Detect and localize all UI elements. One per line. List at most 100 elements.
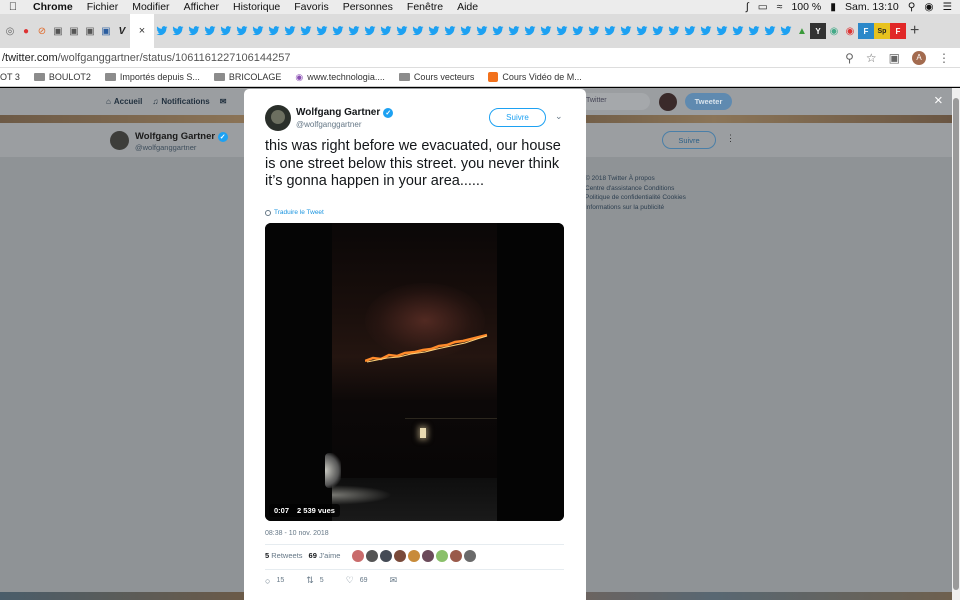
tab-twitter-bird-icon[interactable] [538,26,554,36]
tab-twitter-bird-icon[interactable] [666,26,682,36]
tab-twitter-bird-icon[interactable] [618,26,634,36]
tab-twitter-bird-icon[interactable] [522,26,538,36]
liker-avatar[interactable] [464,550,476,562]
tab-favicon-5[interactable]: ▣ [66,23,82,39]
tab-favicon-3[interactable]: ⊘ [34,23,50,39]
translate-tweet-link[interactable]: Traduire le Tweet [265,209,324,216]
menu-modifier[interactable]: Modifier [125,1,176,13]
tab-twitter-bird-icon[interactable] [490,26,506,36]
tab-twitter-bird-icon[interactable] [362,26,378,36]
address-bar[interactable]: /twitter.com/wolfganggartner/status/1061… [0,48,960,68]
tab-favicon-1[interactable]: ◎ [2,23,18,39]
menu-aide[interactable]: Aide [450,1,485,13]
tab-twitter-bird-icon[interactable] [650,26,666,36]
tab-twitter-bird-icon[interactable] [426,26,442,36]
scrollbar-thumb[interactable] [953,98,959,590]
tab-twitter-bird-icon[interactable] [746,26,762,36]
tab-favicon-chrome[interactable]: ◉ [826,23,842,39]
tab-twitter-bird-icon[interactable] [186,26,202,36]
zoom-icon[interactable]: ⚲ [845,51,854,65]
bookmark-cours-video[interactable]: Cours Vidéo de M... [488,72,582,82]
menu-afficher[interactable]: Afficher [177,1,226,13]
liker-avatar[interactable] [422,550,434,562]
tab-twitter-bird-icon[interactable] [170,26,186,36]
apple-menu-icon[interactable]:  [0,1,26,13]
tab-favicon-f[interactable]: F [858,23,874,39]
menu-historique[interactable]: Historique [226,1,287,13]
profile-follow-button[interactable]: Suivre [662,131,716,149]
nav-home[interactable]: ⌂ Accueil [106,97,142,106]
airplay-icon[interactable]: ▭ [758,1,768,13]
tab-twitter-bird-icon[interactable] [442,26,458,36]
tweet-author-avatar[interactable] [265,105,291,131]
twitter-search-input[interactable]: Twitter [580,93,650,110]
footer-line[interactable]: Centre d'assistance Conditions [585,184,686,194]
reply-button[interactable]: ○ 15 [265,576,284,586]
tweet-author-name[interactable]: Wolfgang Gartner ✓ [296,107,394,118]
tab-favicon-red[interactable]: ◉ [842,23,858,39]
menu-favoris[interactable]: Favoris [287,1,335,13]
menu-chrome[interactable]: Chrome [26,1,80,13]
tab-twitter-bird-icon[interactable] [730,26,746,36]
tab-twitter-bird-icon[interactable] [250,26,266,36]
twitter-user-avatar[interactable] [659,93,677,111]
tab-favicon-4[interactable]: ▣ [50,23,66,39]
tab-twitter-bird-icon[interactable] [282,26,298,36]
tab-twitter-bird-icon[interactable] [586,26,602,36]
nav-notifications[interactable]: ♫ Notifications [152,97,209,106]
profile-avatar-small[interactable] [110,131,129,150]
footer-line[interactable]: Informations sur la publicité [585,203,686,213]
new-tab-button[interactable]: + [910,22,919,40]
retweets-stat[interactable]: 5 Retweets [265,551,303,560]
spotlight-icon[interactable]: ⚲ [908,1,916,13]
liker-avatar[interactable] [408,550,420,562]
message-button[interactable]: ✉ [390,575,398,586]
tweet-follow-button[interactable]: Suivre [489,108,546,127]
extension-icon[interactable]: ▣ [889,51,900,65]
footer-line[interactable]: Politique de confidentialité Cookies [585,193,686,203]
tab-favicon-flipboard[interactable]: F [890,23,906,39]
chevron-down-icon[interactable]: ⌄ [555,111,563,122]
battery-percent[interactable]: 100 % [791,1,821,13]
battery-icon[interactable]: ▮ [830,1,836,13]
wifi-icon[interactable]: ≈ [777,1,783,13]
tweet-compose-button[interactable]: Tweeter [685,93,732,110]
tab-twitter-bird-icon[interactable] [234,26,250,36]
url-text[interactable]: /twitter.com/wolfganggartner/status/1061… [0,52,290,64]
like-button[interactable]: ♡ 69 [346,575,368,586]
footer-line[interactable]: © 2018 Twitter À propos [585,174,686,184]
tab-twitter-bird-icon[interactable] [218,26,234,36]
tab-twitter-bird-icon[interactable] [554,26,570,36]
bookmark-folder-cours-vecteurs[interactable]: Cours vecteurs [398,72,474,82]
retweet-button[interactable]: ⇅ 5 [306,575,323,586]
profile-name[interactable]: Wolfgang Gartner ✓ [135,131,228,142]
liker-avatar[interactable] [436,550,448,562]
tab-twitter-bird-icon[interactable] [698,26,714,36]
tab-twitter-bird-icon[interactable] [346,26,362,36]
tab-twitter-bird-icon[interactable] [506,26,522,36]
tab-twitter-bird-icon[interactable] [330,26,346,36]
tab-favicon-8[interactable]: V [114,23,130,39]
bookmark-star-icon[interactable]: ☆ [866,51,877,65]
notification-center-icon[interactable]: ☰ [943,1,952,13]
menu-fichier[interactable]: Fichier [80,1,126,13]
profile-more-icon[interactable]: ⋮ [726,133,735,144]
tab-twitter-bird-icon[interactable] [458,26,474,36]
menu-personnes[interactable]: Personnes [336,1,400,13]
tab-twitter-bird-icon[interactable] [474,26,490,36]
tab-active-close-button[interactable]: × [130,14,154,48]
tab-favicon-tree[interactable]: ▲ [794,23,810,39]
bookmark-folder-bricolage[interactable]: BRICOLAGE [213,72,281,82]
tab-twitter-bird-icon[interactable] [378,26,394,36]
profile-avatar[interactable]: A [912,50,926,65]
tab-twitter-bird-icon[interactable] [314,26,330,36]
tab-twitter-bird-icon[interactable] [154,26,170,36]
liker-avatar[interactable] [394,550,406,562]
tab-twitter-bird-icon[interactable] [634,26,650,36]
bookmark-folder-importes[interactable]: Importés depuis S... [104,72,200,82]
tab-favicon-2[interactable]: ● [18,23,34,39]
tab-twitter-bird-icon[interactable] [410,26,426,36]
tab-twitter-bird-icon[interactable] [602,26,618,36]
tab-favicon-7[interactable]: ▣ [98,23,114,39]
tab-twitter-bird-icon[interactable] [202,26,218,36]
